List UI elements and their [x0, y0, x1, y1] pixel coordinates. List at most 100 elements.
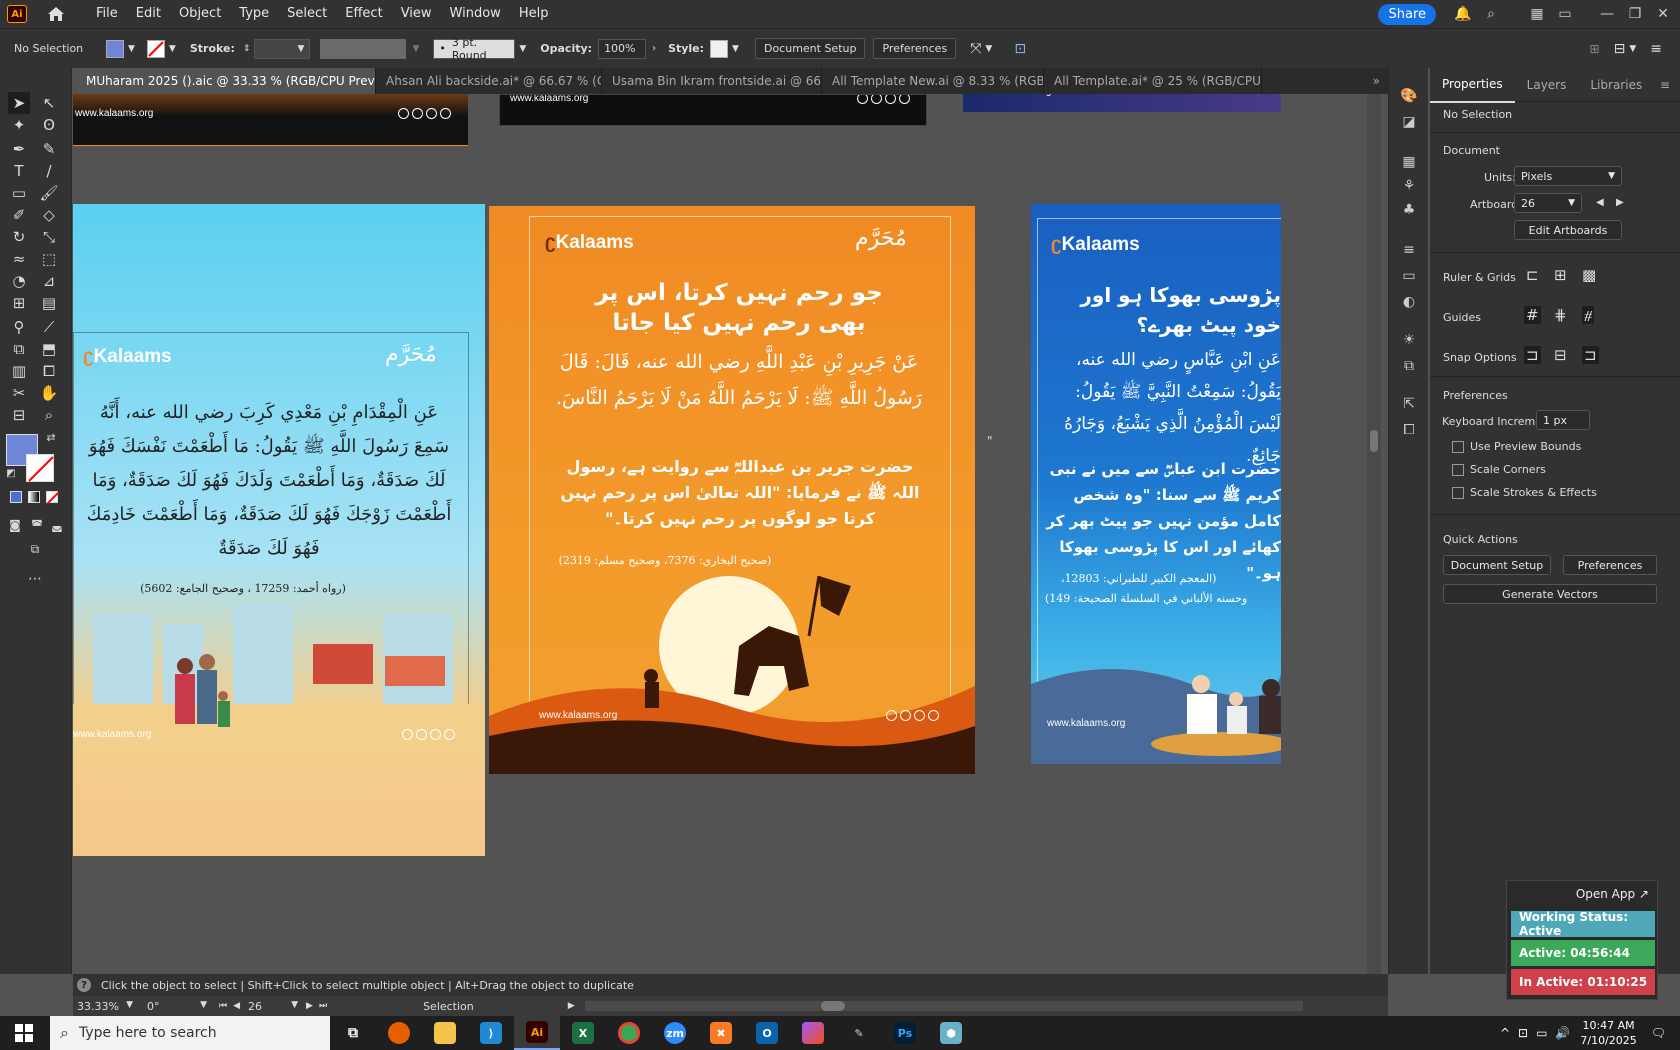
align-icon[interactable]: ⊞	[1590, 42, 1600, 56]
direct-selection-tool-icon[interactable]: ↖	[38, 92, 60, 114]
graph-tool-icon[interactable]: ▥	[8, 360, 30, 382]
blend-tool-icon[interactable]: ⧉	[8, 338, 30, 360]
opacity-input[interactable]: 100%	[598, 38, 647, 59]
chevron-down-icon[interactable]: ▼	[519, 44, 526, 54]
swatches-icon[interactable]: ▦	[1399, 152, 1419, 172]
open-app-link[interactable]: Open App ↗	[1576, 887, 1649, 901]
more-tools-icon[interactable]: ⋯	[24, 568, 46, 590]
transform-icon[interactable]: ⤧	[970, 41, 981, 57]
zoom-out-icon[interactable]: ⊟	[8, 404, 30, 426]
free-transform-icon[interactable]: ⬚	[38, 248, 60, 270]
selection-tool-icon[interactable]: ➤	[8, 92, 30, 114]
chevron-down-icon[interactable]: ▼	[1629, 44, 1636, 54]
slice-tool-icon[interactable]: ⬒	[38, 338, 60, 360]
symbol-sprayer-icon[interactable]: ✂	[8, 382, 30, 404]
home-icon[interactable]	[45, 5, 67, 23]
artboard-top-middle[interactable]: www.kalaams.org	[499, 94, 927, 126]
artboard-tool-icon[interactable]: ⧠	[38, 360, 60, 382]
use-preview-bounds-checkbox[interactable]: Use Preview Bounds	[1452, 440, 1581, 453]
chevron-up-icon[interactable]: ^	[1500, 1026, 1510, 1040]
appearance-icon[interactable]: ☀	[1399, 330, 1419, 350]
grid-icon[interactable]: ⊞	[1554, 266, 1567, 284]
last-artboard-icon[interactable]: ⏭	[319, 1001, 327, 1011]
clock[interactable]: 10:47 AM 7/10/2025	[1580, 1018, 1636, 1048]
arrange-icon[interactable]: ▭	[1554, 3, 1576, 25]
xampp-icon[interactable]: ✖	[698, 1016, 744, 1050]
scale-strokes-checkbox[interactable]: Scale Strokes & Effects	[1452, 486, 1597, 499]
workspace-icon[interactable]: ▦	[1526, 3, 1548, 25]
stroke-color-box[interactable]	[26, 454, 54, 482]
photoshop-icon[interactable]: Ps	[882, 1016, 928, 1050]
next-artboard-icon[interactable]: ▶	[1616, 197, 1624, 208]
mesh-tool-icon[interactable]: ⊞	[8, 292, 30, 314]
tab-document-4[interactable]: All Template New.ai @ 8.33 % (RGB/...✕	[822, 68, 1044, 94]
chrome-icon[interactable]	[606, 1016, 652, 1050]
menu-help[interactable]: Help	[510, 0, 558, 28]
lock-guides-icon[interactable]: ⋕	[1554, 306, 1567, 324]
zoom-tool-icon[interactable]: ⌕	[38, 404, 60, 426]
zoom-dropdown[interactable]: 33.33% ▼	[77, 1000, 133, 1013]
artboard-dropdown[interactable]: 26 ▼	[1514, 193, 1582, 213]
symbols-icon[interactable]: ♣	[1399, 200, 1419, 220]
artboard-top-right[interactable]: www.kalaams.org	[963, 94, 1281, 112]
generate-vectors-button[interactable]: Generate Vectors	[1443, 584, 1657, 604]
gradient-mode-icon[interactable]	[28, 491, 40, 503]
scale-tool-icon[interactable]: ⤡	[38, 226, 60, 248]
bell-icon[interactable]: 🔔	[1452, 3, 1474, 25]
first-artboard-icon[interactable]: ⏮	[219, 1001, 227, 1011]
menu-lines-icon[interactable]: ≡	[1650, 41, 1662, 57]
line-tool-icon[interactable]: /	[38, 160, 60, 182]
menu-effect[interactable]: Effect	[336, 0, 391, 28]
zoom-icon[interactable]: zm	[652, 1016, 698, 1050]
scale-corners-checkbox[interactable]: Scale Corners	[1452, 463, 1546, 476]
stroke-panel-icon[interactable]: ≡	[1399, 240, 1419, 260]
rectangle-tool-icon[interactable]: ▭	[8, 182, 30, 204]
tab-layers[interactable]: Layers	[1515, 68, 1579, 102]
menu-file[interactable]: File	[87, 0, 127, 28]
menu-object[interactable]: Object	[170, 0, 230, 28]
graphic-styles-icon[interactable]: ⧉	[1399, 356, 1419, 376]
stroke-swatch[interactable]	[146, 39, 165, 58]
stroke-stepper-icon[interactable]: ⇕	[243, 44, 251, 54]
hand-tool-icon[interactable]: ✋	[38, 382, 60, 404]
outlook-icon[interactable]: O	[744, 1016, 790, 1050]
variable-width-profile[interactable]	[320, 38, 407, 59]
artboard-middle[interactable]: ʗKalaams مُحَرَّم جو رحم نہیں کرتا، اس پ…	[489, 206, 975, 774]
taskbar-search[interactable]: ⌕ Type here to search	[50, 1016, 330, 1050]
menu-edit[interactable]: Edit	[127, 0, 170, 28]
menu-view[interactable]: View	[392, 0, 441, 28]
eyedropper-icon[interactable]: ⚲	[8, 316, 30, 338]
color-guide-icon[interactable]: 🎨	[1399, 86, 1419, 106]
export-icon[interactable]: ⇱	[1399, 394, 1419, 414]
restore-icon[interactable]: ❐	[1624, 3, 1646, 25]
volume-icon[interactable]: 🔊	[1555, 1026, 1570, 1040]
smart-guides-icon[interactable]: ⧣	[1582, 306, 1595, 324]
draw-inside-icon[interactable]: ◛	[46, 514, 68, 536]
tab-libraries[interactable]: Libraries	[1578, 68, 1654, 102]
draw-behind-icon[interactable]: ◚	[26, 514, 48, 536]
minimize-icon[interactable]: —	[1596, 3, 1618, 25]
shaper-tool-icon[interactable]: ✐	[8, 204, 30, 226]
artboard-navigator[interactable]: 26 ▼	[248, 1000, 298, 1013]
menu-window[interactable]: Window	[441, 0, 510, 28]
magic-wand-icon[interactable]: ✦	[8, 114, 30, 136]
tab-document-5[interactable]: All Template.ai* @ 25 % (RGB/CPU P...✕	[1044, 68, 1262, 94]
previous-artboard-icon[interactable]: ◀	[233, 1001, 240, 1011]
menu-select[interactable]: Select	[278, 0, 336, 28]
recolor-icon[interactable]: ⊡	[1014, 41, 1026, 57]
curvature-tool-icon[interactable]: ✎	[38, 138, 60, 160]
search-icon[interactable]: ⌕	[1480, 3, 1502, 25]
figma-icon[interactable]	[790, 1016, 836, 1050]
excel-icon[interactable]: X	[560, 1016, 606, 1050]
quick-preferences-button[interactable]: Preferences	[1563, 555, 1657, 575]
chevron-down-icon[interactable]: ▼	[169, 44, 176, 54]
snap-to-grid-icon[interactable]: ⊟	[1554, 346, 1567, 364]
chevron-down-icon[interactable]: ▼	[128, 44, 135, 54]
units-dropdown[interactable]: Pixels ▼	[1514, 166, 1622, 186]
style-swatch[interactable]	[710, 39, 729, 58]
status-menu-icon[interactable]: ▶	[568, 1001, 575, 1011]
previous-artboard-icon[interactable]: ◀	[1596, 197, 1604, 208]
lasso-icon[interactable]: ʘ	[38, 114, 60, 136]
stroke-weight-input[interactable]: ▼	[254, 38, 311, 59]
perspective-grid-icon[interactable]: ⊿	[38, 270, 60, 292]
